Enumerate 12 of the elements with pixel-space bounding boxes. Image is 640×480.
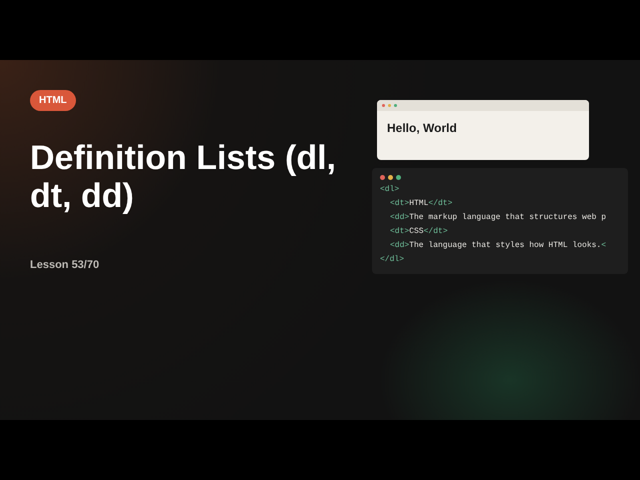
- slide-title: Definition Lists (dl, dt, dd): [30, 139, 337, 215]
- code-line: <dd>The markup language that structures web p: [389, 212, 608, 224]
- preview-heading: Hello, World: [386, 120, 458, 137]
- code-line: <dt>CSS</dt>: [389, 226, 449, 238]
- code-line: <dl>: [380, 184, 400, 196]
- topic-badge: HTML: [30, 90, 76, 111]
- window-dots-icon: [380, 175, 401, 180]
- code-line: </dl>: [380, 254, 406, 266]
- window-dots-icon: [382, 104, 397, 107]
- lesson-counter: Lesson 53/70: [30, 258, 100, 273]
- code-line: <dt>HTML</dt>: [389, 198, 454, 210]
- code-line: <dd>The language that styles how HTML looks.<: [389, 240, 608, 252]
